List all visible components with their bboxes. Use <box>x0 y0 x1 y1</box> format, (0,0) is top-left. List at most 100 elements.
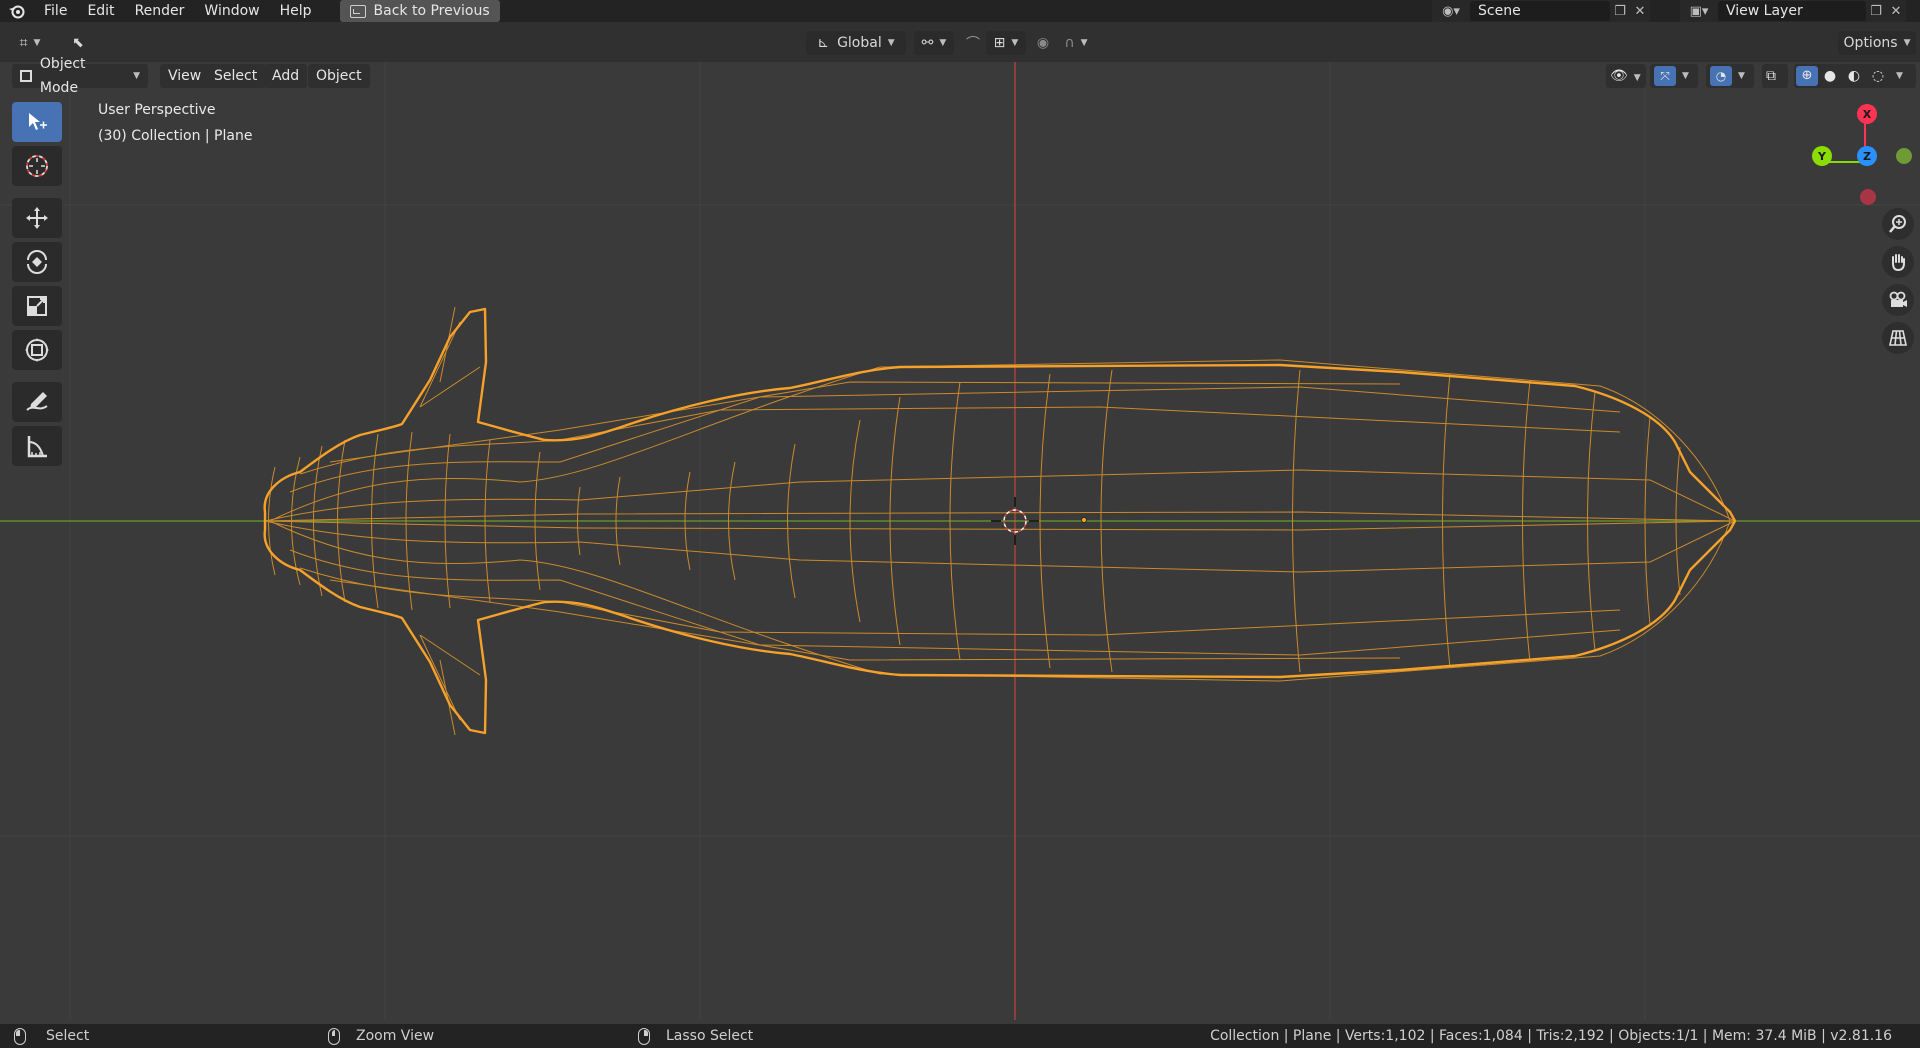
transform-orientation-dropdown[interactable]: ⊾ Global ▼ <box>806 31 906 55</box>
cursor-tool[interactable] <box>12 146 62 186</box>
measure-ruler-icon <box>27 436 47 458</box>
transform-tool[interactable] <box>12 330 62 370</box>
status-lasso-label: Lasso Select <box>666 1028 754 1044</box>
zoom-icon <box>1889 215 1906 233</box>
tool-header: ⌗ ▼ ⬉ ⊾ Global ▼ ⚯ ▼ ⌒ ⊞ ▼ ◉ ∩ ▼ Options ▼ <box>0 22 1920 62</box>
3d-viewport[interactable]: User Perspective (30) Collection | Plane… <box>0 62 1920 1020</box>
viewport-menu-object[interactable]: Object <box>308 64 370 88</box>
rotate-tool[interactable] <box>12 242 62 282</box>
viewport-menu-add[interactable]: Add <box>264 64 308 88</box>
move-icon <box>26 207 48 229</box>
overlays-icon: ◔ <box>1710 66 1732 86</box>
menu-window[interactable]: Window <box>194 0 269 22</box>
falloff-curve-icon: ∩ <box>1064 35 1075 51</box>
snap-increment-icon: ⊞ <box>993 35 1006 51</box>
object-mode-dropdown[interactable]: Object Mode ▼ <box>12 56 148 96</box>
mouse-right-icon <box>638 1027 650 1045</box>
xray-icon: ⧉ <box>1766 68 1776 84</box>
scale-tool[interactable] <box>12 286 62 326</box>
annotate-tool[interactable] <box>12 382 62 422</box>
toggle-ortho-button[interactable] <box>1882 322 1914 354</box>
menu-file[interactable]: File <box>34 0 77 22</box>
scene-statistics: Collection | Plane | Verts:1,102 | Faces… <box>1210 1028 1892 1044</box>
proportional-falloff-dropdown[interactable]: ∩ ▼ <box>1058 31 1094 55</box>
measure-tool[interactable] <box>12 426 62 466</box>
object-origin <box>1081 517 1087 523</box>
back-to-previous-label: Back to Previous <box>373 3 490 19</box>
object-mode-icon <box>20 70 32 82</box>
object-mode-label: Object Mode <box>39 56 86 96</box>
orientation-label: Global <box>837 35 882 51</box>
visibility-dropdown[interactable]: 👁 ▼ <box>1606 64 1646 88</box>
gizmo-icon: ⤧ <box>1654 66 1676 86</box>
grid-perspective-icon <box>1889 330 1907 346</box>
select-box-tool[interactable] <box>12 102 62 142</box>
zoom-view-button[interactable] <box>1882 208 1914 240</box>
view-layer-name-field[interactable]: View Layer <box>1718 1 1866 21</box>
overlays-toggle[interactable]: ◔ ▼ <box>1706 64 1754 88</box>
mouse-left-icon <box>14 1027 26 1045</box>
back-to-previous-button[interactable]: Back to Previous <box>339 0 500 22</box>
orientation-icon: ⊾ <box>817 35 830 51</box>
gizmo-neg-y-axis[interactable] <box>1896 148 1912 164</box>
scale-icon <box>27 296 47 316</box>
blender-logo-icon[interactable] <box>0 0 34 22</box>
camera-icon <box>1889 291 1907 307</box>
options-dropdown[interactable]: Options ▼ <box>1838 31 1916 55</box>
rotate-icon <box>27 250 47 274</box>
transform-icon <box>25 338 49 362</box>
scene-icon[interactable]: ◉▾ <box>1432 1 1470 21</box>
menu-edit[interactable]: Edit <box>77 0 124 22</box>
options-label: Options <box>1843 35 1898 51</box>
status-zoom-label: Zoom View <box>356 1028 435 1044</box>
solid-shading-icon[interactable]: ● <box>1818 64 1842 88</box>
menu-render[interactable]: Render <box>125 0 195 22</box>
proportional-edit-toggle[interactable]: ◉ <box>1030 31 1056 55</box>
gizmo-z-axis[interactable]: Z <box>1857 146 1877 166</box>
status-bar: Select Zoom View Lasso Select Collection… <box>0 1024 1920 1048</box>
material-shading-icon[interactable]: ◐ <box>1842 64 1866 88</box>
gizmo-y-axis[interactable]: Y <box>1812 146 1832 166</box>
move-tool[interactable] <box>12 198 62 238</box>
status-select-hint: Select <box>14 1024 89 1048</box>
annotate-pencil-icon <box>26 392 48 411</box>
hand-icon <box>1892 254 1905 272</box>
camera-view-button[interactable] <box>1882 284 1914 316</box>
viewport-menu-view[interactable]: View <box>160 64 210 88</box>
menu-help[interactable]: Help <box>270 0 322 22</box>
status-select-label: Select <box>46 1028 90 1044</box>
view-layer-icon[interactable]: ▣▾ <box>1680 1 1718 21</box>
view-layer-selector: ▣▾ View Layer ❐ ✕ <box>1680 0 1906 22</box>
delete-scene-icon[interactable]: ✕ <box>1630 1 1650 21</box>
gizmo-x-axis[interactable]: X <box>1857 104 1877 124</box>
viewport-editor-icon: ⌗ <box>19 35 28 51</box>
viewport-menu-select[interactable]: Select <box>206 64 266 88</box>
scene-selector: ◉▾ Scene ❐ ✕ <box>1432 0 1650 22</box>
pan-view-button[interactable] <box>1882 246 1914 278</box>
shading-modes: ⊕ ● ◐ ◌ ▼ <box>1794 64 1916 88</box>
collection-label: (30) Collection | Plane <box>98 128 253 144</box>
snap-toggle[interactable]: ⌒ <box>960 31 986 55</box>
magnet-icon: ⌒ <box>966 36 980 52</box>
select-box-icon <box>29 113 47 130</box>
rendered-shading-icon[interactable]: ◌ <box>1866 64 1890 88</box>
top-menu-bar: File Edit Render Window Help Back to Pre… <box>0 0 1920 22</box>
pivot-point-dropdown[interactable]: ⚯ ▼ <box>914 31 954 55</box>
wireframe-shading-icon[interactable]: ⊕ <box>1796 66 1818 86</box>
tool-shelf <box>12 102 62 470</box>
proportional-edit-icon: ◉ <box>1036 35 1050 51</box>
gizmo-neg-x-axis[interactable] <box>1860 189 1876 205</box>
gizmo-toggle[interactable]: ⤧ ▼ <box>1650 64 1698 88</box>
scene-name-field[interactable]: Scene <box>1470 1 1610 21</box>
new-view-layer-icon[interactable]: ❐ <box>1866 1 1886 21</box>
status-zoom-hint: Zoom View <box>328 1024 434 1048</box>
status-lasso-hint: Lasso Select <box>638 1024 753 1048</box>
viewport-grid <box>0 62 1920 1020</box>
new-scene-icon[interactable]: ❐ <box>1610 1 1630 21</box>
snap-target-dropdown[interactable]: ⊞ ▼ <box>986 31 1026 55</box>
shading-dropdown-chevron[interactable]: ▼ <box>1896 64 1903 88</box>
delete-view-layer-icon[interactable]: ✕ <box>1886 1 1906 21</box>
back-icon <box>349 4 366 18</box>
eye-icon: 👁 <box>1610 68 1628 84</box>
xray-toggle[interactable]: ⧉ <box>1762 64 1788 88</box>
